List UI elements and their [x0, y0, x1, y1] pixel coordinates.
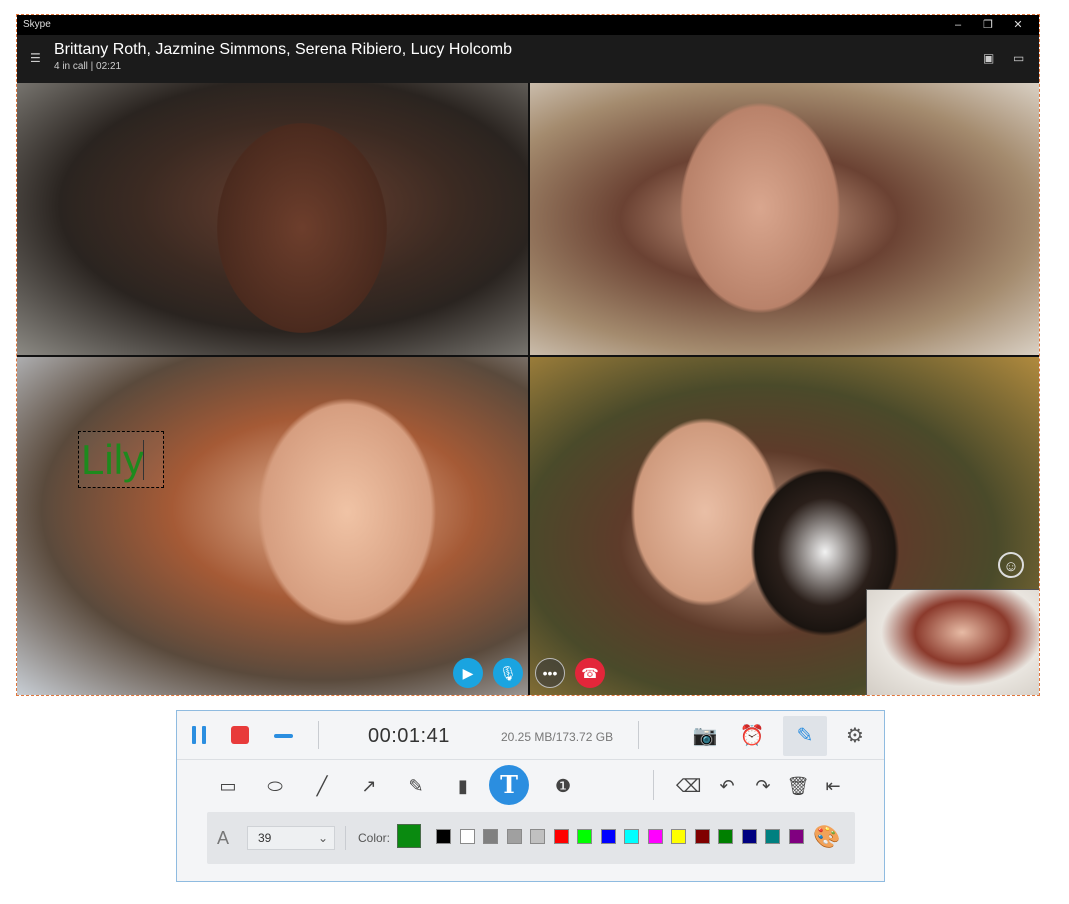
- recorder-toolbar: 00:01:41 20.25 MB/173.72 GB 📷 ⏰ ✎ ⚙ ▭ ⬭ …: [176, 710, 885, 882]
- divider: [345, 826, 346, 850]
- color-swatch[interactable]: [459, 829, 475, 844]
- color-swatch[interactable]: [483, 829, 498, 844]
- exit-icon[interactable]: ⇤: [821, 774, 845, 798]
- mic-icon[interactable]: 🎙: [493, 658, 523, 688]
- edit-icon[interactable]: ✎: [783, 716, 827, 756]
- more-button[interactable]: •••: [535, 658, 565, 688]
- video-tile-2: [530, 83, 1039, 355]
- line-icon[interactable]: ╱: [310, 774, 334, 798]
- end-call-icon[interactable]: ☎: [575, 658, 605, 688]
- save-icon[interactable]: ▣: [983, 51, 997, 65]
- color-swatch[interactable]: [436, 829, 451, 844]
- color-label: Color:: [358, 831, 391, 845]
- redo-icon[interactable]: ↷: [751, 774, 775, 798]
- divider: [318, 721, 319, 749]
- title-bar: Skype – ❐ ✕: [17, 15, 1039, 35]
- call-participants: Brittany Roth, Jazmine Simmons, Serena R…: [54, 41, 512, 58]
- restore-button[interactable]: ❐: [973, 15, 1003, 35]
- color-swatch[interactable]: [694, 829, 710, 844]
- clock-icon[interactable]: ⏰: [739, 723, 765, 749]
- color-swatch[interactable]: [741, 829, 757, 844]
- palette-icon[interactable]: 🎨: [812, 824, 842, 850]
- trash-icon[interactable]: 🗑: [786, 774, 810, 798]
- drawing-tools-row: ▭ ⬭ ╱ ↗ ✎ ▮ T ❶ ⌫ ↶ ↷ 🗑 ⇤: [177, 759, 884, 810]
- window-controls: – ❐ ✕: [943, 15, 1033, 35]
- video-icon[interactable]: ▶: [453, 658, 483, 688]
- app-title: Skype: [23, 19, 51, 30]
- divider: [653, 770, 654, 800]
- ellipse-icon[interactable]: ⬭: [263, 774, 287, 798]
- text-caret: [143, 440, 144, 480]
- camera-icon[interactable]: 📷: [692, 723, 718, 749]
- spray-icon[interactable]: ▮: [451, 774, 475, 798]
- color-swatch[interactable]: [600, 829, 616, 844]
- chat-icon[interactable]: ▭: [1013, 51, 1027, 65]
- pencil-icon[interactable]: ✎: [404, 774, 428, 798]
- font-size-value: 39: [258, 831, 272, 845]
- gear-icon[interactable]: ⚙: [842, 723, 868, 749]
- recording-timer: 00:01:41: [368, 725, 450, 747]
- divider: [638, 721, 639, 749]
- color-swatch[interactable]: [506, 829, 522, 844]
- self-view[interactable]: [866, 589, 1039, 695]
- font-icon: A: [217, 828, 230, 848]
- color-swatch[interactable]: [624, 829, 639, 844]
- menu-icon[interactable]: ☰: [30, 51, 44, 65]
- annotation-text: Lily: [81, 436, 145, 483]
- minimize-toolbar-button[interactable]: [274, 734, 293, 738]
- skype-window: Skype – ❐ ✕ ☰ Brittany Roth, Jazmine Sim…: [17, 15, 1039, 695]
- stop-button[interactable]: [231, 726, 249, 744]
- color-swatch[interactable]: [671, 829, 686, 844]
- call-header: ☰ Brittany Roth, Jazmine Simmons, Serena…: [17, 35, 1039, 83]
- emoji-icon[interactable]: ☺: [998, 552, 1024, 578]
- undo-icon[interactable]: ↶: [715, 774, 739, 798]
- call-status: 4 in call | 02:21: [54, 61, 122, 72]
- close-button[interactable]: ✕: [1003, 15, 1033, 35]
- color-swatch[interactable]: [647, 829, 663, 844]
- step-number-icon[interactable]: ❶: [551, 774, 575, 798]
- color-swatch[interactable]: [530, 829, 545, 844]
- eraser-icon[interactable]: ⌫: [676, 774, 701, 798]
- text-annotation-box[interactable]: Lily: [78, 431, 164, 488]
- arrow-icon[interactable]: ↗: [357, 774, 381, 798]
- pause-button[interactable]: [190, 726, 208, 744]
- video-tile-3: [17, 357, 528, 695]
- chevron-down-icon: ⌄: [317, 831, 328, 845]
- color-swatch[interactable]: [718, 829, 733, 844]
- minimize-button[interactable]: –: [943, 15, 973, 35]
- text-options-row: A 39 ⌄ Color: 🎨: [207, 812, 855, 864]
- rectangle-icon[interactable]: ▭: [216, 774, 240, 798]
- color-swatch[interactable]: [788, 829, 804, 844]
- font-size-select[interactable]: 39 ⌄: [247, 826, 335, 850]
- file-size: 20.25 MB/173.72 GB: [501, 730, 614, 744]
- color-swatch[interactable]: [553, 829, 569, 844]
- video-tile-1: [17, 83, 528, 355]
- recorder-controls-row: 00:01:41 20.25 MB/173.72 GB 📷 ⏰ ✎ ⚙: [177, 711, 884, 759]
- text-tool-button[interactable]: T: [489, 765, 529, 805]
- color-swatch[interactable]: [765, 829, 780, 844]
- color-swatch[interactable]: [577, 829, 592, 844]
- current-color-swatch[interactable]: [397, 824, 421, 848]
